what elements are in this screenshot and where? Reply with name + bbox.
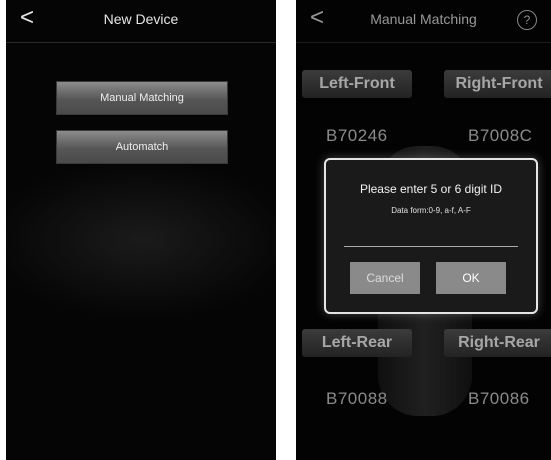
id-input-field[interactable] xyxy=(344,246,518,247)
automatch-button[interactable]: Automatch xyxy=(56,130,228,164)
dialog-subtitle: Data form:0-9, a-f, A-F xyxy=(391,206,471,215)
cancel-button[interactable]: Cancel xyxy=(350,262,420,294)
new-device-screen: < New Device Manual Matching Automatch xyxy=(6,0,276,460)
top-bar: < New Device xyxy=(6,0,276,43)
manual-matching-screen: < Manual Matching ? Left-Front B70246 Ri… xyxy=(296,0,551,460)
id-entry-dialog: Please enter 5 or 6 digit ID Data form:0… xyxy=(324,158,538,314)
page-title: New Device xyxy=(103,11,179,27)
background-glow xyxy=(6,160,276,320)
dialog-title: Please enter 5 or 6 digit ID xyxy=(359,182,503,196)
ok-button[interactable]: OK xyxy=(436,262,506,294)
manual-matching-button[interactable]: Manual Matching xyxy=(56,81,228,115)
